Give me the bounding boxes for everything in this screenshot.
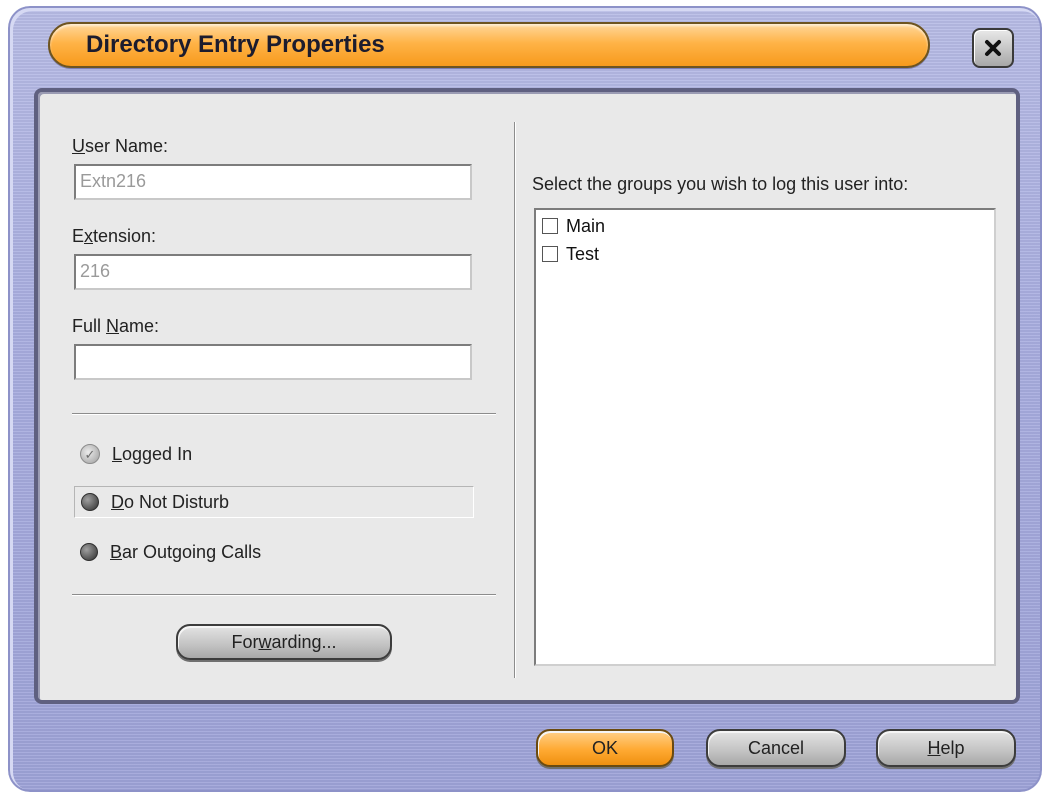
extension-field[interactable]: 216	[74, 254, 472, 290]
bar-outgoing-calls-option[interactable]: Bar Outgoing Calls	[80, 536, 261, 568]
checkbox-icon[interactable]	[542, 246, 558, 262]
user-name-label: User Name:	[72, 136, 169, 156]
check-icon: ✓	[80, 444, 100, 464]
led-off-icon	[80, 543, 98, 561]
user-name-field[interactable]: Extn216	[74, 164, 472, 200]
full-name-field[interactable]	[74, 344, 472, 380]
forwarding-button[interactable]: For w arding...	[176, 624, 392, 660]
checkbox-icon[interactable]	[542, 218, 558, 234]
do-not-disturb-option[interactable]: Do Not Disturb	[74, 486, 474, 518]
separator-bottom	[72, 594, 496, 596]
vertical-divider	[514, 122, 516, 678]
close-icon	[985, 40, 1001, 56]
window-title: Directory Entry Properties	[86, 31, 385, 58]
full-name-label: Full Name:	[72, 316, 160, 336]
close-button[interactable]	[972, 28, 1014, 68]
help-button[interactable]: Help	[876, 729, 1016, 767]
groups-label: Select the groups you wish to log this u…	[532, 174, 909, 194]
cancel-button[interactable]: Cancel	[706, 729, 846, 767]
list-item[interactable]: Test	[542, 242, 599, 266]
ok-button[interactable]: OK	[536, 729, 674, 767]
properties-panel: User Name: Extn216 Extension: 216 Full N…	[34, 88, 1020, 704]
title-bar: Directory Entry Properties	[48, 22, 930, 68]
led-off-icon	[81, 493, 99, 511]
extension-label: Extension:	[72, 226, 157, 246]
separator-top	[72, 413, 496, 415]
logged-in-option[interactable]: ✓ Logged In	[80, 438, 192, 470]
groups-listbox[interactable]: Main Test	[534, 208, 996, 666]
list-item[interactable]: Main	[542, 214, 605, 238]
